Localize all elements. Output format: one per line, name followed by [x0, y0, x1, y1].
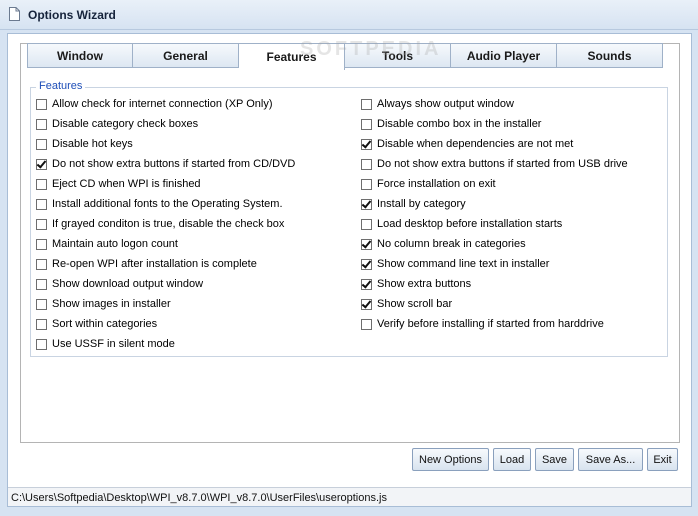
feature-checkbox-label: Install by category — [377, 198, 466, 210]
checkbox-unchecked[interactable] — [36, 198, 47, 210]
feature-checkbox-item[interactable]: Show scroll bar — [361, 298, 452, 310]
feature-checkbox-item[interactable]: Disable category check boxes — [36, 118, 198, 130]
tab-sounds[interactable]: Sounds — [557, 43, 663, 68]
features-group-label: Features — [36, 80, 86, 92]
feature-checkbox-label: Show extra buttons — [377, 278, 472, 290]
checkbox-unchecked[interactable] — [36, 98, 47, 110]
feature-checkbox-label: Allow check for internet connection (XP … — [52, 98, 273, 110]
checkbox-unchecked[interactable] — [36, 238, 47, 250]
feature-checkbox-item[interactable]: Show download output window — [36, 278, 203, 290]
tab-window[interactable]: Window — [27, 43, 133, 68]
window-title: Options Wizard — [28, 8, 116, 22]
feature-checkbox-item[interactable]: Eject CD when WPI is finished — [36, 178, 201, 190]
feature-checkbox-item[interactable]: Re-open WPI after installation is comple… — [36, 258, 257, 270]
checkbox-checked[interactable] — [361, 138, 372, 150]
feature-checkbox-item[interactable]: Show images in installer — [36, 298, 171, 310]
feature-checkbox-label: No column break in categories — [377, 238, 526, 250]
feature-checkbox-label: Always show output window — [377, 98, 514, 110]
checkbox-unchecked[interactable] — [361, 318, 372, 330]
feature-checkbox-item[interactable]: Install additional fonts to the Operatin… — [36, 198, 283, 210]
checkbox-unchecked[interactable] — [36, 318, 47, 330]
feature-checkbox-label: Disable when dependencies are not met — [377, 138, 574, 150]
feature-checkbox-item[interactable]: No column break in categories — [361, 238, 526, 250]
status-path: C:\Users\Softpedia\Desktop\WPI_v8.7.0\WP… — [11, 492, 387, 504]
feature-checkbox-label: Show download output window — [52, 278, 204, 290]
checkbox-unchecked[interactable] — [361, 98, 372, 110]
feature-checkbox-label: Show command line text in installer — [377, 258, 550, 270]
feature-checkbox-item[interactable]: Disable combo box in the installer — [361, 118, 541, 130]
document-icon — [9, 7, 20, 21]
status-bar: C:\Users\Softpedia\Desktop\WPI_v8.7.0\WP… — [8, 487, 691, 506]
feature-checkbox-item[interactable]: Do not show extra buttons if started fro… — [36, 158, 295, 170]
save-as-button[interactable]: Save As... — [578, 448, 643, 471]
checkbox-checked[interactable] — [361, 278, 372, 290]
checkbox-checked[interactable] — [36, 158, 47, 170]
feature-checkbox-label: Re-open WPI after installation is comple… — [52, 258, 257, 270]
feature-checkbox-label: Show images in installer — [52, 298, 171, 310]
checkbox-checked[interactable] — [361, 258, 372, 270]
checkbox-unchecked[interactable] — [361, 118, 372, 130]
checkbox-unchecked[interactable] — [36, 138, 47, 150]
feature-checkbox-item[interactable]: Use USSF in silent mode — [36, 338, 175, 350]
checkbox-unchecked[interactable] — [361, 218, 372, 230]
checkbox-unchecked[interactable] — [36, 338, 47, 350]
feature-checkbox-item[interactable]: Force installation on exit — [361, 178, 496, 190]
feature-checkbox-item[interactable]: Allow check for internet connection (XP … — [36, 98, 273, 110]
feature-checkbox-label: Force installation on exit — [377, 178, 496, 190]
feature-checkbox-label: Disable combo box in the installer — [377, 118, 542, 130]
feature-checkbox-item[interactable]: Always show output window — [361, 98, 514, 110]
feature-checkbox-label: Use USSF in silent mode — [52, 338, 175, 350]
checkbox-unchecked[interactable] — [361, 178, 372, 190]
feature-checkbox-item[interactable]: Disable when dependencies are not met — [361, 138, 573, 150]
feature-checkbox-item[interactable]: Sort within categories — [36, 318, 157, 330]
feature-checkbox-item[interactable]: Verify before installing if started from… — [361, 318, 604, 330]
checkbox-unchecked[interactable] — [36, 298, 47, 310]
checkbox-unchecked[interactable] — [36, 218, 47, 230]
title-bar: Options Wizard — [0, 0, 698, 30]
feature-checkbox-item[interactable]: If grayed conditon is true, disable the … — [36, 218, 284, 230]
tab-audio-player[interactable]: Audio Player — [451, 43, 557, 68]
watermark: SOFTPEDIA — [300, 38, 442, 60]
checkbox-unchecked[interactable] — [36, 258, 47, 270]
checkbox-checked[interactable] — [361, 298, 372, 310]
load-button[interactable]: Load — [493, 448, 531, 471]
feature-checkbox-label: Install additional fonts to the Operatin… — [52, 198, 283, 210]
feature-checkbox-label: Disable hot keys — [52, 138, 133, 150]
checkbox-checked[interactable] — [361, 198, 372, 210]
feature-checkbox-item[interactable]: Do not show extra buttons if started fro… — [361, 158, 628, 170]
feature-checkbox-item[interactable]: Disable hot keys — [36, 138, 133, 150]
feature-checkbox-item[interactable]: Show extra buttons — [361, 278, 471, 290]
feature-checkbox-item[interactable]: Show command line text in installer — [361, 258, 549, 270]
exit-button[interactable]: Exit — [647, 448, 678, 471]
feature-checkbox-label: Show scroll bar — [377, 298, 453, 310]
feature-checkbox-label: Verify before installing if started from… — [377, 318, 604, 330]
checkbox-unchecked[interactable] — [36, 118, 47, 130]
feature-checkbox-label: Load desktop before installation starts — [377, 218, 563, 230]
tab-general[interactable]: General — [133, 43, 239, 68]
feature-checkbox-item[interactable]: Load desktop before installation starts — [361, 218, 562, 230]
feature-checkbox-item[interactable]: Maintain auto logon count — [36, 238, 178, 250]
feature-checkbox-label: If grayed conditon is true, disable the … — [52, 218, 285, 230]
feature-checkbox-item[interactable]: Install by category — [361, 198, 466, 210]
feature-checkbox-label: Disable category check boxes — [52, 118, 199, 130]
save-button[interactable]: Save — [535, 448, 574, 471]
checkbox-unchecked[interactable] — [36, 178, 47, 190]
checkbox-unchecked[interactable] — [36, 278, 47, 290]
feature-checkbox-label: Maintain auto logon count — [52, 238, 178, 250]
checkbox-checked[interactable] — [361, 238, 372, 250]
new-options-button[interactable]: New Options — [412, 448, 489, 471]
feature-checkbox-label: Do not show extra buttons if started fro… — [52, 158, 296, 170]
feature-checkbox-label: Sort within categories — [52, 318, 158, 330]
feature-checkbox-label: Do not show extra buttons if started fro… — [377, 158, 628, 170]
feature-checkbox-label: Eject CD when WPI is finished — [52, 178, 201, 190]
checkbox-unchecked[interactable] — [361, 158, 372, 170]
